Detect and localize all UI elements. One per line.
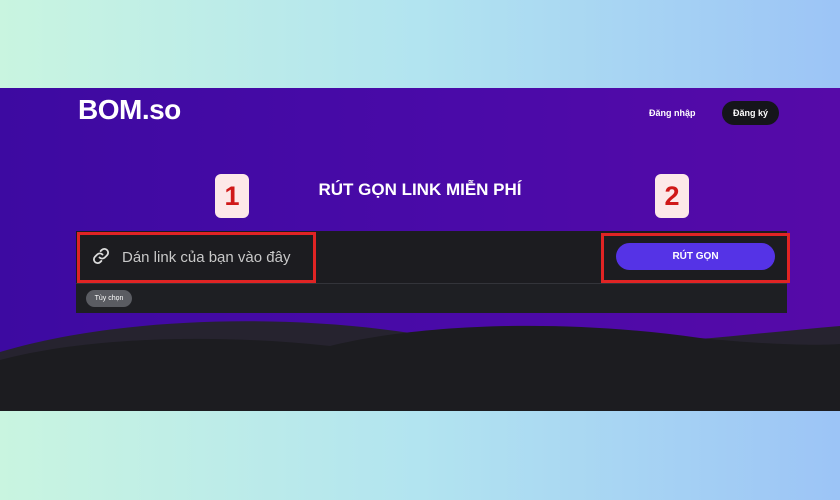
- step-badge-1: 1: [215, 174, 249, 218]
- signup-button[interactable]: Đăng ký: [722, 101, 779, 125]
- page-title: RÚT GỌN LINK MIỄN PHÍ: [318, 180, 522, 199]
- highlight-box-button: [601, 233, 790, 283]
- highlight-box-input: [77, 232, 316, 283]
- app-screen: BOM.so Đăng nhập Đăng ký RÚT GỌN LINK MI…: [0, 88, 840, 411]
- step-badge-2: 2: [655, 174, 689, 218]
- options-button[interactable]: Tùy chọn: [86, 290, 132, 307]
- brand-logo[interactable]: BOM.so: [78, 94, 181, 126]
- login-link[interactable]: Đăng nhập: [649, 108, 696, 118]
